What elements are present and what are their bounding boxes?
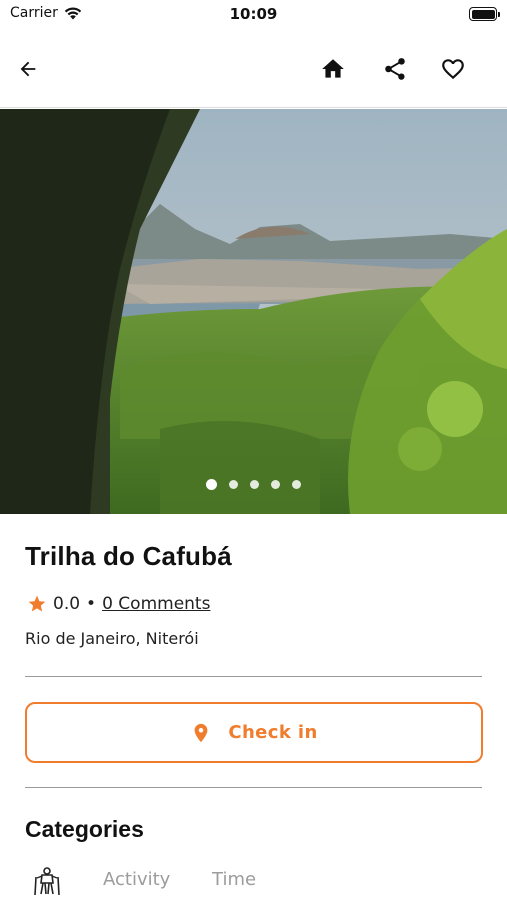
status-bar: Carrier 10:09 (0, 0, 507, 30)
home-button[interactable] (315, 51, 351, 87)
gallery-dot[interactable] (229, 480, 238, 489)
tab-activity[interactable]: Activity (103, 869, 170, 890)
share-icon (385, 58, 405, 80)
battery-icon (469, 7, 500, 21)
arrow-left-icon (20, 61, 36, 77)
trail-landscape-photo (0, 109, 507, 514)
place-title: Trilha do Cafubá (25, 541, 232, 571)
check-in-label: Check in (228, 722, 318, 743)
map-pin-icon (194, 723, 208, 742)
categories-title: Categories (25, 816, 144, 842)
hiker-icon[interactable] (32, 866, 62, 896)
gallery-dot[interactable] (292, 480, 301, 489)
navigation-bar (0, 30, 507, 108)
rating-separator: • (86, 594, 97, 614)
divider (25, 676, 482, 677)
categories-row: Activity Time (25, 862, 485, 900)
rating-value: 0.0 (53, 594, 81, 614)
battery-level (471, 9, 495, 19)
share-button[interactable] (377, 51, 413, 87)
heart-outline-icon (442, 59, 464, 80)
place-location: Rio de Janeiro, Niterói (25, 629, 199, 648)
back-button[interactable] (10, 51, 46, 87)
tab-time[interactable]: Time (212, 869, 256, 890)
photo-gallery[interactable] (0, 109, 507, 514)
gallery-dot[interactable] (271, 480, 280, 489)
check-in-button[interactable]: Check in (25, 702, 483, 763)
rating-row: 0.0 • 0 Comments (27, 594, 210, 614)
gallery-pagination (0, 479, 507, 490)
home-icon (322, 59, 344, 78)
status-time: 10:09 (229, 5, 278, 23)
favorite-button[interactable] (435, 51, 471, 87)
star-icon (28, 595, 46, 612)
gallery-dot[interactable] (250, 480, 259, 489)
gallery-dot[interactable] (206, 479, 217, 490)
divider (25, 787, 482, 788)
comments-link[interactable]: 0 Comments (102, 594, 210, 614)
